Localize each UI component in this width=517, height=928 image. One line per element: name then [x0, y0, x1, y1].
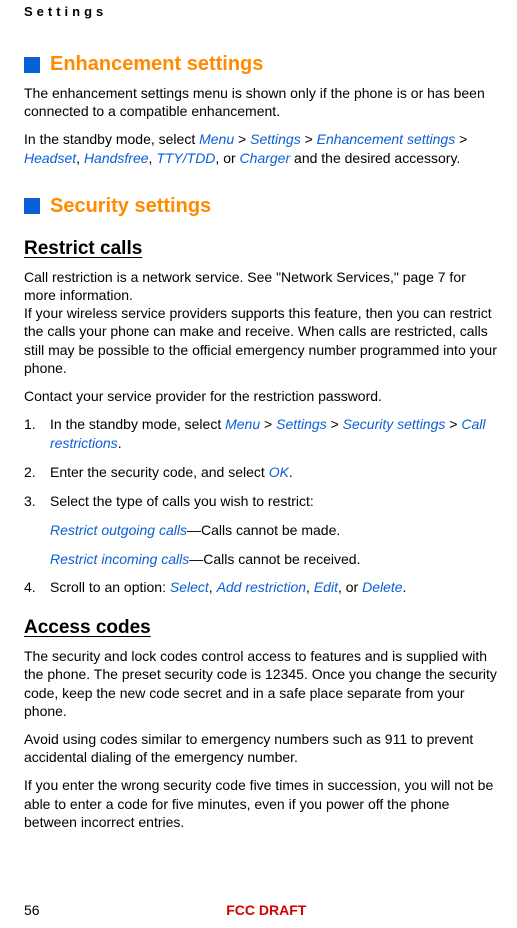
text-fragment: >	[455, 131, 467, 147]
text-fragment: and the desired accessory.	[290, 150, 460, 166]
section-security-heading: Security settings	[24, 195, 497, 218]
enhancement-settings-link: Enhancement settings	[317, 131, 456, 147]
settings-link: Settings	[276, 416, 327, 432]
text-fragment: .	[289, 464, 293, 480]
ok-link: OK	[269, 464, 289, 480]
text-fragment: ,	[209, 579, 217, 595]
text-fragment: .	[403, 579, 407, 595]
select-link: Select	[170, 579, 209, 595]
page-header: Settings	[24, 0, 497, 19]
step-3: Select the type of calls you wish to res…	[24, 492, 497, 569]
step-2: Enter the security code, and select OK.	[24, 463, 497, 482]
text-fragment: Scroll to an option:	[50, 579, 170, 595]
text-fragment: In the standby mode, select	[50, 416, 225, 432]
text-fragment: >	[234, 131, 250, 147]
text-fragment: .	[118, 435, 122, 451]
text-fragment: In the standby mode, select	[24, 131, 199, 147]
restrict-para2: Contact your service provider for the re…	[24, 387, 497, 405]
restrict-calls-heading: Restrict calls	[24, 238, 497, 260]
access-codes-p1: The security and lock codes control acce…	[24, 647, 497, 720]
section-enhancement-heading: Enhancement settings	[24, 53, 497, 76]
text-fragment: Enter the security code, and select	[50, 464, 269, 480]
settings-link: Settings	[250, 131, 301, 147]
text-fragment: —Calls cannot be received.	[189, 551, 360, 567]
restrict-steps: In the standby mode, select Menu > Setti…	[24, 415, 497, 597]
tty-link: TTY/TDD	[156, 150, 215, 166]
text-fragment: >	[301, 131, 317, 147]
delete-link: Delete	[362, 579, 402, 595]
restrict-outgoing-link: Restrict outgoing calls	[50, 522, 187, 538]
access-codes-p2: Avoid using codes similar to emergency n…	[24, 730, 497, 766]
menu-link: Menu	[225, 416, 260, 432]
text-fragment: ,	[306, 579, 314, 595]
text-fragment: , or	[338, 579, 362, 595]
page-footer: 56 FCC DRAFT	[0, 902, 517, 918]
security-settings-link: Security settings	[343, 416, 446, 432]
edit-link: Edit	[314, 579, 338, 595]
step-1: In the standby mode, select Menu > Setti…	[24, 415, 497, 453]
handsfree-link: Handsfree	[84, 150, 149, 166]
charger-link: Charger	[240, 150, 291, 166]
text-fragment: Select the type of calls you wish to res…	[50, 493, 314, 509]
square-bullet-icon	[24, 57, 40, 73]
restrict-outgoing-line: Restrict outgoing calls—Calls cannot be …	[50, 521, 497, 540]
restrict-incoming-line: Restrict incoming calls—Calls cannot be …	[50, 550, 497, 569]
text-fragment: >	[445, 416, 461, 432]
text-fragment: —Calls cannot be made.	[187, 522, 340, 538]
restrict-para1b: If your wireless service providers suppo…	[24, 304, 497, 377]
page-number: 56	[24, 902, 40, 918]
section-security-title: Security settings	[50, 195, 211, 218]
enhancement-intro: The enhancement settings menu is shown o…	[24, 84, 497, 120]
text-fragment: >	[327, 416, 343, 432]
text-fragment: >	[260, 416, 276, 432]
access-codes-p3: If you enter the wrong security code fiv…	[24, 776, 497, 831]
enhancement-path: In the standby mode, select Menu > Setti…	[24, 130, 497, 166]
add-restriction-link: Add restriction	[217, 579, 306, 595]
section-enhancement-title: Enhancement settings	[50, 53, 263, 76]
square-bullet-icon	[24, 198, 40, 214]
step-4: Scroll to an option: Select, Add restric…	[24, 578, 497, 597]
restrict-incoming-link: Restrict incoming calls	[50, 551, 189, 567]
menu-link: Menu	[199, 131, 234, 147]
text-fragment: , or	[215, 150, 239, 166]
access-codes-heading: Access codes	[24, 617, 497, 639]
fcc-draft-label: FCC DRAFT	[40, 902, 493, 918]
text-fragment: ,	[76, 150, 84, 166]
restrict-para1: Call restriction is a network service. S…	[24, 268, 497, 304]
headset-link: Headset	[24, 150, 76, 166]
